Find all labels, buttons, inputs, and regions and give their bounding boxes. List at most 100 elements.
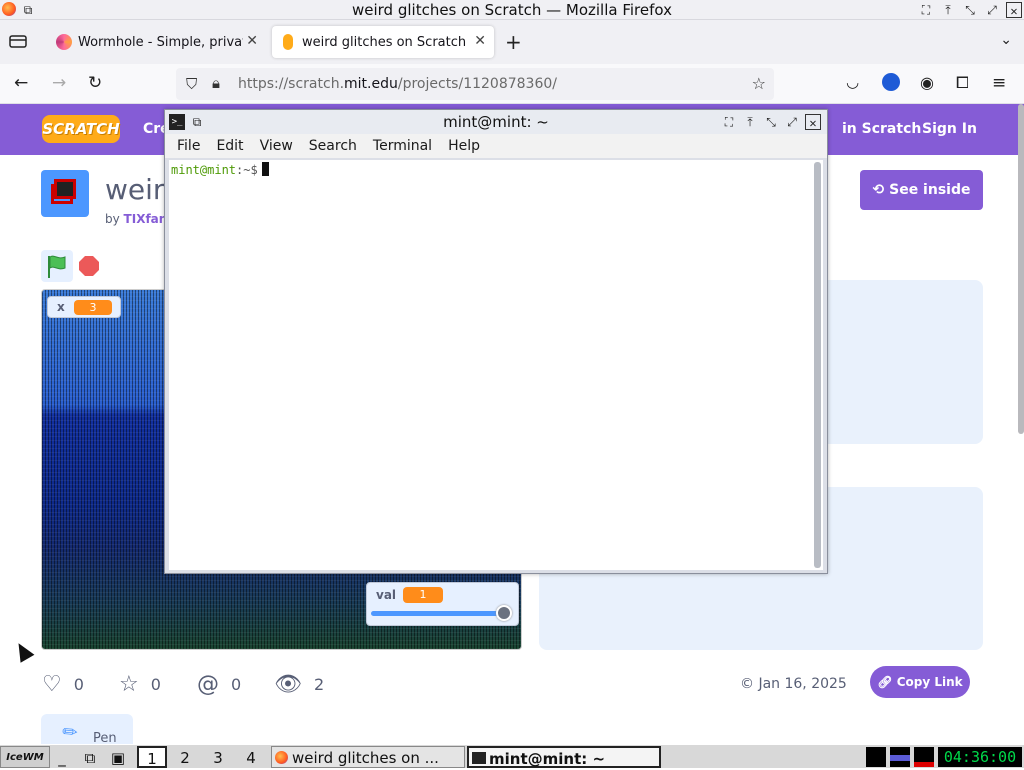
green-flag-icon — [48, 255, 66, 278]
taskbar-item-terminal[interactable]: mint@mint: ~ — [467, 746, 661, 768]
rollup-icon[interactable]: ⤒ — [742, 114, 758, 130]
shield-icon[interactable]: ⛉ — [186, 75, 197, 93]
favorite-stat[interactable]: ☆ 0 — [119, 672, 161, 697]
maximize-icon[interactable]: ⤢ — [784, 114, 800, 130]
slider-knob[interactable] — [496, 605, 512, 621]
window-title: weird glitches on Scratch — Mozilla Fire… — [351, 0, 672, 19]
fullscreen-icon[interactable]: ⛶ — [721, 114, 737, 130]
see-inside-button[interactable]: ⟲ See inside — [860, 170, 983, 210]
wormhole-favicon-icon — [56, 34, 72, 50]
workspace-3[interactable]: 3 — [203, 746, 233, 768]
copy-link-button[interactable]: 🔗︎ Copy Link — [870, 666, 970, 698]
terminal-window[interactable]: >_ ⧉ mint@mint: ~ ⛶ ⤒ ⤡ ⤢ ✕ File Edit Vi… — [164, 109, 828, 574]
link-icon: 🔗︎ — [877, 675, 897, 689]
terminal-body[interactable]: mint@mint:~$ — [169, 160, 823, 570]
forward-icon[interactable]: → — [52, 73, 66, 93]
firefox-icon — [275, 751, 288, 764]
tab-list-icon[interactable] — [8, 33, 30, 51]
scratch-favicon-icon — [283, 34, 293, 50]
clock[interactable]: 04:36:00 — [938, 747, 1022, 767]
remix-spiral-icon: @ — [197, 672, 219, 697]
window-list-icon[interactable]: ⧉ — [78, 746, 102, 768]
menu-edit[interactable]: Edit — [216, 138, 243, 154]
chevron-down-icon[interactable]: ⌄ — [1000, 32, 1012, 48]
menu-search[interactable]: Search — [309, 138, 357, 154]
menu-help[interactable]: Help — [448, 138, 480, 154]
url-text[interactable]: https://scratch.mit.edu/projects/1120878… — [238, 76, 557, 92]
close-icon[interactable]: ✕ — [1006, 2, 1022, 18]
mouse-pointer-icon — [11, 639, 35, 663]
page-scrollbar[interactable] — [1018, 104, 1024, 434]
remix-arrows-icon: ⟲ — [872, 182, 890, 198]
pocket-icon[interactable]: ◡ — [846, 73, 859, 91]
project-thumbnail — [41, 170, 89, 217]
scratch-logo[interactable]: SCRATCH — [42, 115, 120, 143]
menu-hamburger-icon[interactable]: ≡ — [992, 73, 1006, 93]
copyright-icon: © — [740, 676, 759, 692]
start-menu-button[interactable]: IceWM — [0, 746, 50, 768]
new-tab-icon[interactable]: + — [505, 30, 522, 54]
terminal-menubar: File Edit View Search Terminal Help — [165, 134, 827, 158]
project-date: © Jan 16, 2025 — [740, 676, 847, 692]
terminal-icon — [472, 752, 486, 764]
minimize-icon[interactable]: ⤡ — [962, 2, 978, 18]
terminal-prompt: mint@mint:~$ — [171, 162, 269, 178]
menu-view[interactable]: View — [260, 138, 293, 154]
reload-icon[interactable]: ↻ — [88, 73, 102, 93]
project-author: by TIXfan: — [105, 212, 173, 226]
nav-signin-link[interactable]: Sign In — [922, 121, 977, 137]
cpu-monitor-icon — [866, 747, 886, 767]
memory-monitor-icon — [914, 747, 934, 767]
star-icon: ☆ — [119, 672, 139, 697]
menu-terminal[interactable]: Terminal — [373, 138, 432, 154]
bookmark-star-icon[interactable]: ☆ — [752, 74, 766, 93]
tab-label: weird glitches on Scratch — [302, 34, 467, 50]
tab-strip: Wormhole - Simple, privat ✕ weird glitch… — [0, 20, 1024, 64]
url-bar[interactable]: ⛉ 🔒︎ https://scratch.mit.edu/projects/11… — [176, 68, 774, 100]
terminal-scrollbar[interactable] — [814, 162, 821, 568]
close-icon[interactable]: ✕ — [805, 114, 821, 130]
tab-close-icon[interactable]: ✕ — [246, 33, 258, 49]
terminal-titlebar[interactable]: >_ ⧉ mint@mint: ~ ⛶ ⤒ ⤡ ⤢ ✕ — [165, 110, 827, 134]
extensions-puzzle-icon[interactable]: ⧠ — [956, 73, 969, 93]
tab-wormhole[interactable]: Wormhole - Simple, privat ✕ — [48, 26, 266, 58]
network-monitor-icon — [890, 747, 910, 767]
pen-extension-chip[interactable]: ✎ Pen — [41, 714, 133, 746]
back-icon[interactable]: ← — [14, 73, 28, 93]
green-flag-button[interactable] — [41, 250, 73, 282]
pen-icon: ✎ — [58, 719, 84, 746]
navigation-toolbar: ← → ↻ ⛉ 🔒︎ https://scratch.mit.edu/proje… — [0, 64, 1024, 104]
views-stat: 👁︎ 2 — [274, 672, 325, 697]
workspace-1[interactable]: 1 — [137, 746, 167, 768]
stop-button[interactable] — [79, 256, 99, 276]
remix-stat: @0 — [197, 672, 242, 697]
extension-globe-icon[interactable] — [882, 73, 900, 91]
account-icon[interactable]: ◉ — [920, 73, 934, 92]
text-cursor — [261, 162, 269, 176]
variable-name: x — [57, 300, 65, 314]
variable-name: val — [376, 588, 397, 602]
tab-close-icon[interactable]: ✕ — [474, 33, 486, 49]
workspace-4[interactable]: 4 — [236, 746, 266, 768]
fullscreen-icon[interactable]: ⛶ — [918, 2, 934, 18]
lock-icon[interactable]: 🔒︎ — [212, 74, 220, 92]
nav-join-link[interactable]: in Scratch — [842, 121, 921, 137]
tab-scratch[interactable]: weird glitches on Scratch ✕ — [272, 26, 494, 58]
menu-file[interactable]: File — [177, 138, 200, 154]
taskbar: IceWM _ ⧉ ▣ 1 2 3 4 weird glitches on ..… — [0, 744, 1024, 768]
terminal-launcher-icon[interactable]: ▣ — [106, 746, 130, 768]
maximize-icon[interactable]: ⤢ — [984, 2, 1000, 18]
slider-track[interactable] — [371, 611, 508, 616]
tab-label: Wormhole - Simple, privat — [78, 34, 243, 50]
variable-monitor-val: val 1 — [366, 582, 519, 626]
taskbar-item-firefox[interactable]: weird glitches on ... — [271, 746, 465, 768]
rollup-icon[interactable]: ⤒ — [940, 2, 956, 18]
show-desktop-icon[interactable]: _ — [52, 746, 72, 768]
variable-monitor-x: x 3 — [47, 296, 121, 318]
minimize-icon[interactable]: ⤡ — [763, 114, 779, 130]
love-stat[interactable]: ♡ 0 — [42, 672, 84, 697]
browser-titlebar: ⧉ weird glitches on Scratch — Mozilla Fi… — [0, 0, 1024, 20]
variable-value: 1 — [403, 587, 443, 603]
eye-icon: 👁︎ — [274, 672, 302, 697]
workspace-2[interactable]: 2 — [170, 746, 200, 768]
